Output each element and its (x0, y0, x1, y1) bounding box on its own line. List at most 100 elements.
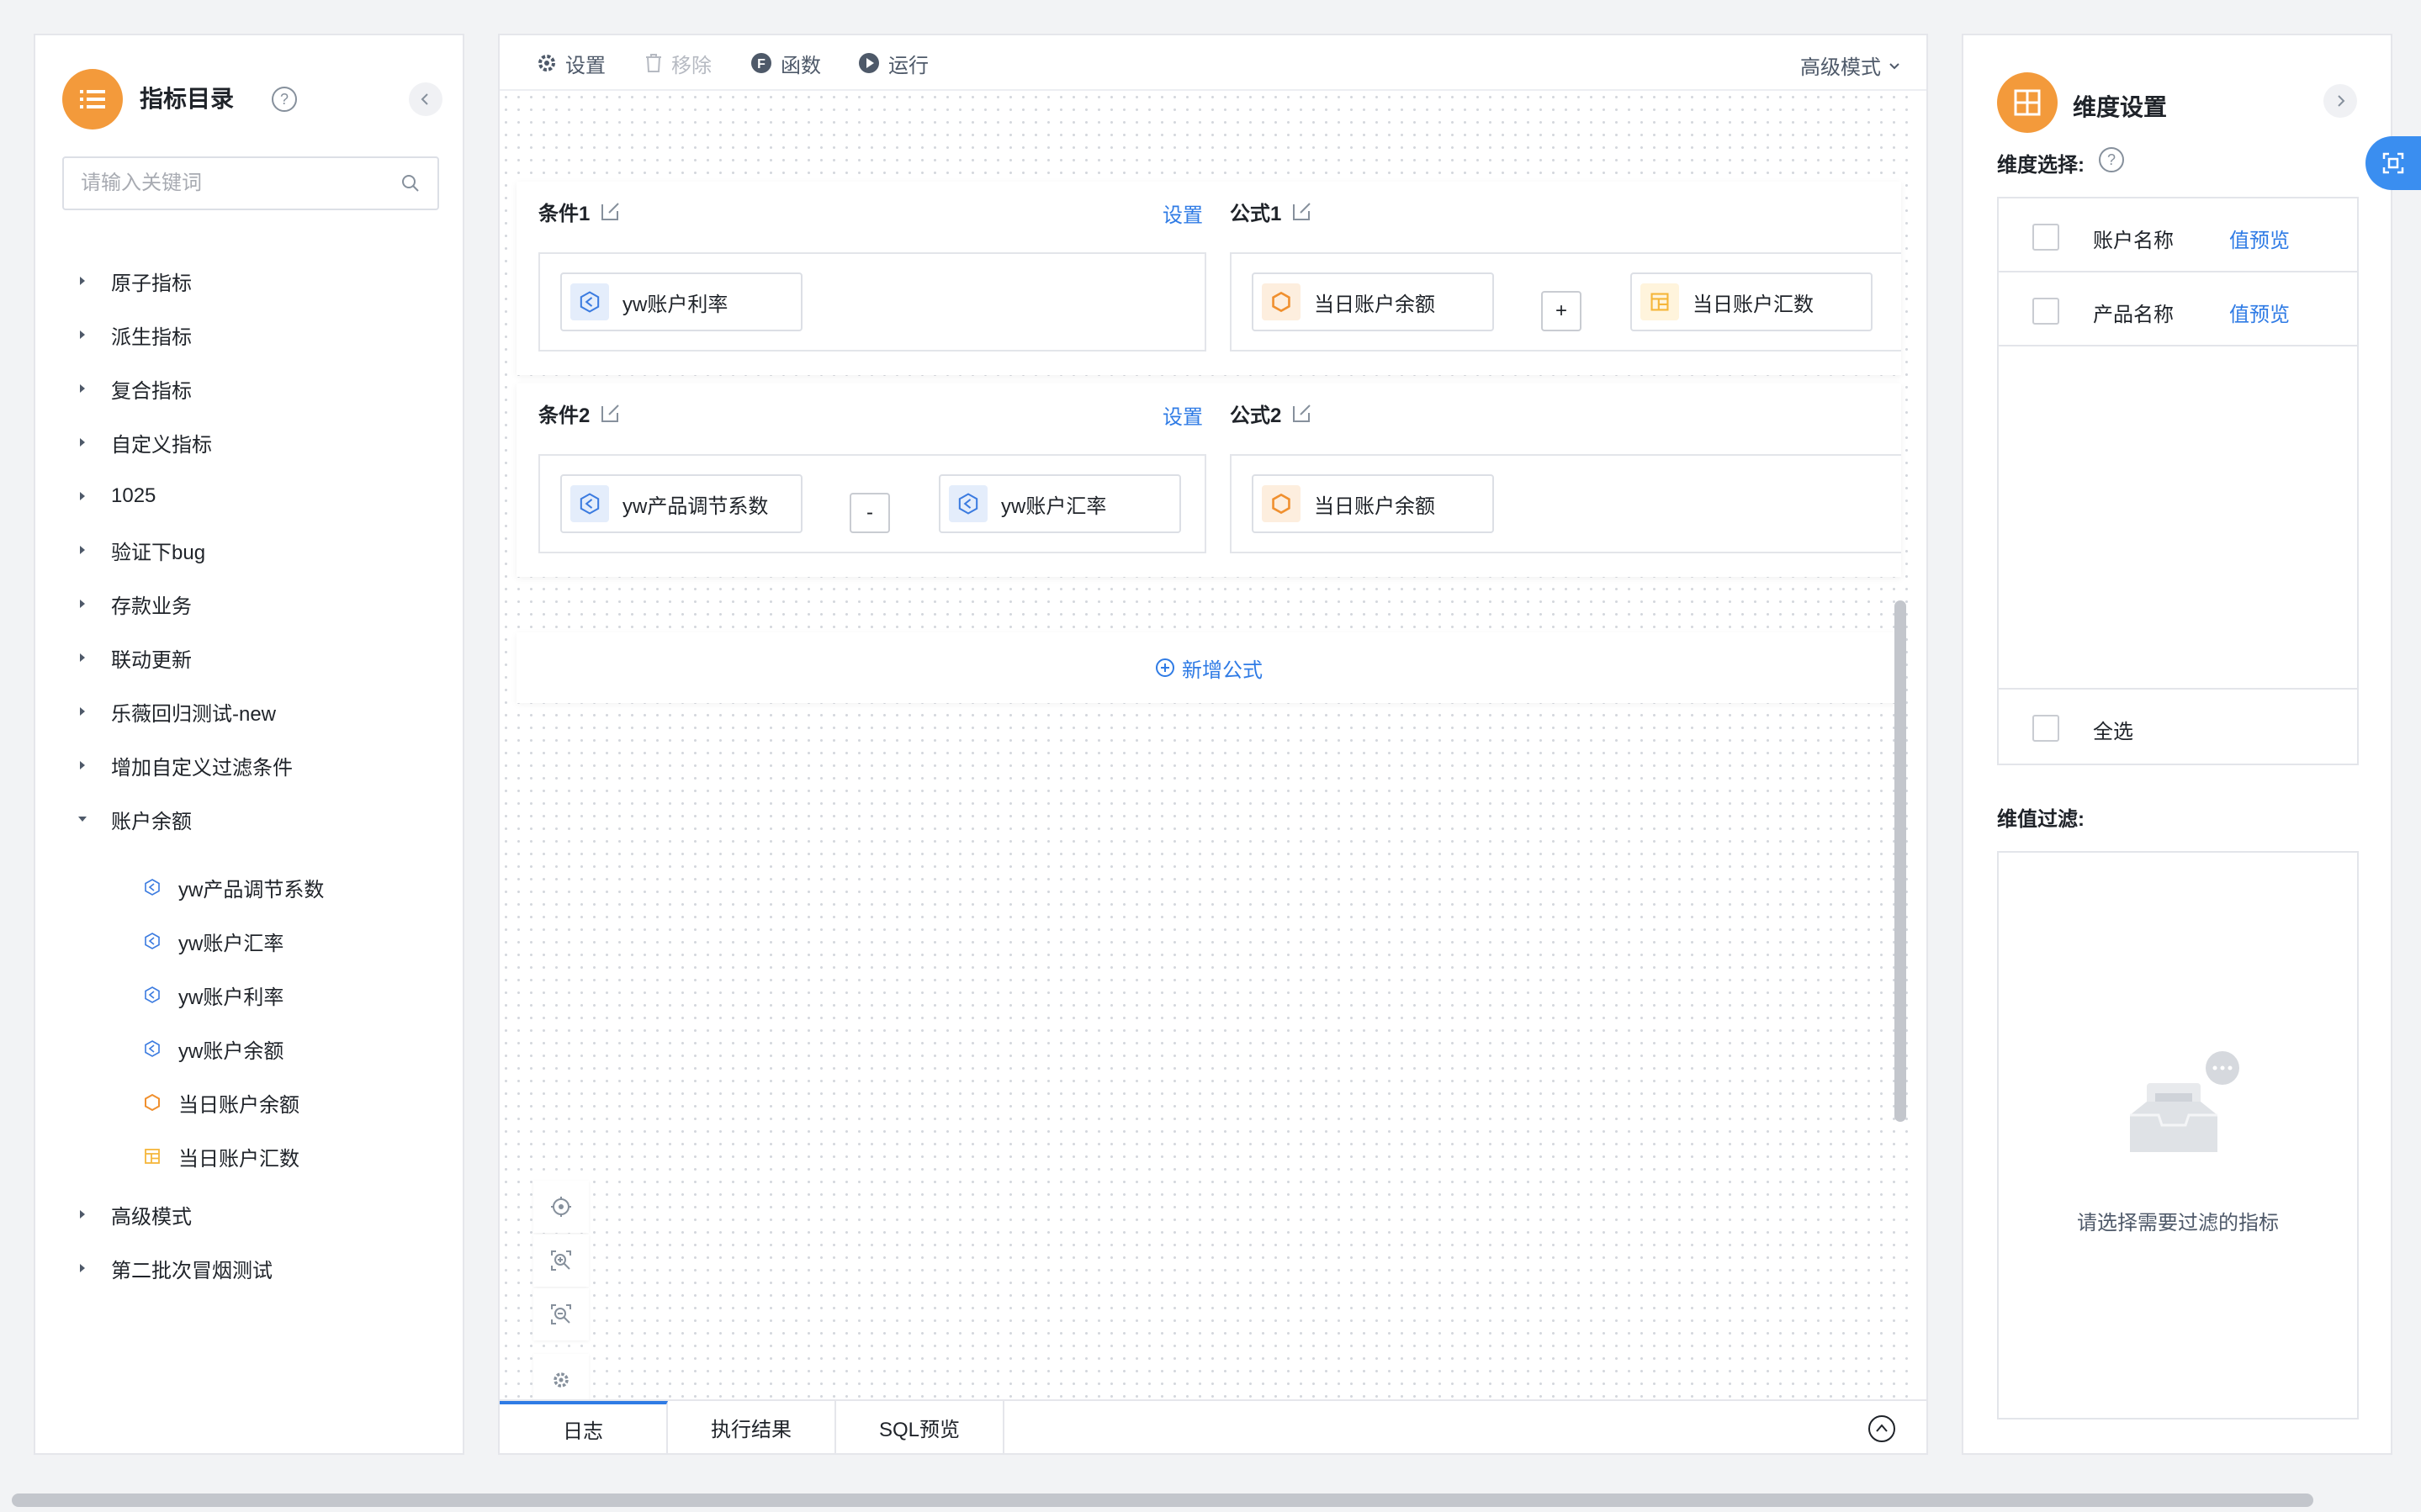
add-formula-button[interactable]: 新增公式 (517, 632, 1901, 703)
derived-metric-icon (949, 485, 988, 522)
edit-icon[interactable] (600, 200, 622, 222)
expand-up-icon[interactable] (1867, 1414, 1896, 1443)
metric-chip[interactable]: 当日账户汇数 (1630, 272, 1873, 331)
edit-icon[interactable] (600, 402, 622, 424)
empty-inbox-icon (2130, 1051, 2239, 1152)
formula-header: 公式1 (1230, 197, 1313, 225)
formula-block-1: 条件1 设置 yw账户利率 公式1 当日账户余额 + 当日账户汇数 (517, 182, 1901, 375)
tree-item-derived[interactable]: 派生指标 (35, 316, 463, 353)
tree-item-atomic[interactable]: 原子指标 (35, 262, 463, 299)
metric-chip[interactable]: yw账户利率 (560, 272, 803, 331)
operator-plus-button[interactable]: + (1541, 291, 1581, 331)
tree-leaf-item[interactable]: yw账户利率 (35, 976, 463, 1013)
locate-button[interactable] (533, 1181, 589, 1233)
dimension-checkbox[interactable] (2032, 224, 2059, 251)
metric-chip[interactable]: 当日账户余额 (1252, 474, 1494, 533)
derived-metric-icon (570, 485, 609, 522)
formula-canvas[interactable]: 条件1 设置 yw账户利率 公式1 当日账户余额 + 当日账户汇数 条件2 设置… (500, 91, 1910, 1411)
catalog-title: 指标目录 (140, 86, 235, 112)
locate-icon (551, 1197, 571, 1217)
metric-chip-label: yw账户汇率 (1001, 494, 1107, 518)
tab-result[interactable]: 执行结果 (668, 1401, 836, 1453)
tree-leaf-item[interactable]: yw账户余额 (35, 1030, 463, 1067)
search-icon[interactable] (400, 173, 421, 193)
tree-item-verify-bug[interactable]: 验证下bug (35, 531, 463, 568)
tree-item-deposit[interactable]: 存款业务 (35, 585, 463, 622)
tree-item-custom-filter[interactable]: 增加自定义过滤条件 (35, 747, 463, 784)
canvas-settings-button[interactable] (533, 1354, 589, 1406)
catalog-header: 指标目录 ? (62, 69, 442, 130)
dimension-settings-panel: 维度设置 维度选择: ? 账户名称 值预览 产品名称 值预览 全选 维值过滤: (1962, 34, 2392, 1455)
caret-right-icon (80, 492, 85, 500)
tree-leaf-item[interactable]: 当日账户汇数 (35, 1138, 463, 1175)
value-preview-link[interactable]: 值预览 (2229, 224, 2290, 253)
formula-block-2: 条件2 设置 yw产品调节系数 - yw账户汇率 公式2 当日账户余额 (517, 383, 1901, 577)
metric-chip[interactable]: yw产品调节系数 (560, 474, 803, 533)
tab-log[interactable]: 日志 (500, 1401, 668, 1453)
remove-button[interactable]: 移除 (644, 50, 712, 77)
svg-text:?: ? (280, 91, 289, 108)
tree-item-regression[interactable]: 乐薇回归测试-new (35, 693, 463, 730)
metric-chip[interactable]: yw账户汇率 (939, 474, 1181, 533)
mode-label: 高级模式 (1800, 56, 1881, 79)
search-input[interactable] (81, 158, 392, 209)
zoom-in-icon (551, 1250, 571, 1271)
collapse-left-button[interactable] (409, 82, 442, 116)
settings-button[interactable]: 设置 (537, 50, 606, 77)
remove-label: 移除 (671, 54, 712, 77)
formula-title: 公式1 (1230, 202, 1282, 225)
mode-select[interactable]: 高级模式 (1800, 50, 1901, 80)
formula-editor-panel: 设置 移除 F 函数 运行 高级模式 条件1 设置 yw账户利率 公式1 当日账… (498, 34, 1928, 1455)
formula-slot[interactable]: 当日账户余额 + 当日账户汇数 (1230, 252, 1901, 352)
tree-item-advanced[interactable]: 高级模式 (35, 1196, 463, 1233)
vertical-scrollbar[interactable] (1894, 600, 1906, 1122)
edit-icon[interactable] (1291, 200, 1313, 222)
tree-item-custom[interactable]: 自定义指标 (35, 424, 463, 461)
bottom-tab-bar: 日志 执行结果 SQL预览 (500, 1399, 1926, 1453)
tree-item-1025[interactable]: 1025 (35, 478, 463, 515)
value-preview-link[interactable]: 值预览 (2229, 298, 2290, 327)
metric-chip-label: 当日账户汇数 (1693, 293, 1814, 316)
tree-leaf-item[interactable]: yw账户汇率 (35, 923, 463, 960)
operator-minus-button[interactable]: - (850, 493, 890, 533)
collapse-right-button[interactable] (2323, 84, 2357, 118)
svg-text:F: F (757, 57, 766, 71)
run-button[interactable]: 运行 (858, 50, 929, 77)
select-all-checkbox[interactable] (2032, 715, 2059, 742)
condition-settings-link[interactable]: 设置 (1163, 400, 1203, 430)
zoom-in-button[interactable] (533, 1234, 589, 1287)
condition-slot[interactable]: yw账户利率 (538, 252, 1206, 352)
atomic-metric-icon (1262, 283, 1301, 320)
formula-title: 公式2 (1230, 404, 1282, 427)
tab-sql-preview[interactable]: SQL预览 (836, 1401, 1004, 1453)
condition-settings-link[interactable]: 设置 (1163, 198, 1203, 228)
help-icon[interactable]: ? (271, 86, 298, 113)
empty-state-text: 请选择需要过滤的指标 (2077, 1212, 2279, 1234)
tree-leaf-item[interactable]: 当日账户余额 (35, 1084, 463, 1121)
formula-slot[interactable]: 当日账户余额 (1230, 454, 1901, 553)
plus-circle-icon (1156, 658, 1174, 677)
condition-header: 条件1 (538, 197, 622, 225)
tree-item-linked-update[interactable]: 联动更新 (35, 639, 463, 676)
metric-chip[interactable]: 当日账户余额 (1252, 272, 1494, 331)
help-icon[interactable]: ? (2098, 146, 2125, 173)
select-all-label: 全选 (2093, 721, 2133, 743)
condition-slot[interactable]: yw产品调节系数 - yw账户汇率 (538, 454, 1206, 553)
zoom-out-button[interactable] (533, 1288, 589, 1340)
functions-button[interactable]: F 函数 (750, 50, 821, 77)
caret-right-icon (80, 653, 85, 662)
caret-right-icon (80, 600, 85, 608)
side-float-button[interactable] (2365, 136, 2421, 190)
caret-right-icon (80, 707, 85, 716)
caret-right-icon (80, 761, 85, 769)
tree-item-account-balance[interactable]: 账户余额 (35, 801, 463, 838)
derived-metric-icon (145, 933, 160, 949)
page-horizontal-scrollbar[interactable] (12, 1493, 2313, 1507)
derived-metric-icon (145, 879, 160, 896)
tree-item-smoke-test[interactable]: 第二批次冒烟测试 (35, 1250, 463, 1287)
atomic-metric-icon (145, 1093, 160, 1112)
tree-leaf-item[interactable]: yw产品调节系数 (35, 869, 463, 906)
edit-icon[interactable] (1291, 402, 1313, 424)
tree-item-composite[interactable]: 复合指标 (35, 370, 463, 407)
dimension-checkbox[interactable] (2032, 298, 2059, 325)
